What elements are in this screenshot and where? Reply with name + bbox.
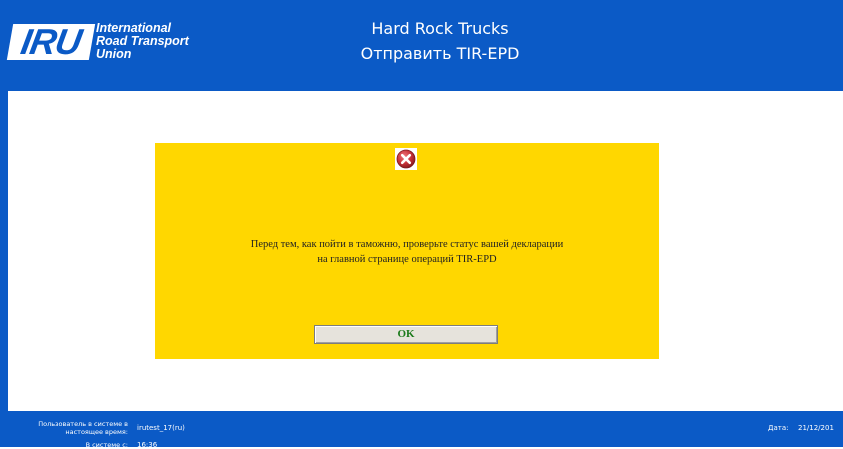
footer-date-value: 21/12/201 <box>798 424 834 432</box>
message-dialog: Перед тем, как пойти в таможню, проверьт… <box>155 143 659 359</box>
footer-user-value: irutest_17(ru) <box>137 424 185 432</box>
iru-logo-mark: IRU <box>6 21 96 62</box>
footer-user-label: Пользователь в системе в настоящее время… <box>38 420 128 436</box>
footer-since-label: В системе с: <box>85 441 128 449</box>
ok-button[interactable]: OK <box>314 325 498 344</box>
dialog-message: Перед тем, как пойти в таможню, проверьт… <box>155 237 659 267</box>
iru-logo: IRU International Road Transport Union <box>6 21 190 66</box>
footer-since-value: 16:36 <box>137 441 158 449</box>
error-x-icon <box>395 148 417 170</box>
dialog-message-line-1: Перед тем, как пойти в таможню, проверьт… <box>250 239 564 250</box>
dialog-message-line-2: на главной странице операций TIR-EPD <box>317 254 497 265</box>
page-header: IRU International Road Transport Union H… <box>0 0 843 91</box>
footer-date-label: Дата: <box>768 424 789 432</box>
logo-line-3: Union <box>96 47 132 61</box>
page-title: Hard Rock Trucks <box>371 19 509 38</box>
header-titles: Hard Rock Trucks Отправить TIR-EPD <box>300 18 580 65</box>
page-subtitle: Отправить TIR-EPD <box>360 44 520 63</box>
status-footer: Пользователь в системе в настоящее время… <box>0 411 843 449</box>
iru-logo-text: International Road Transport Union <box>96 22 196 61</box>
